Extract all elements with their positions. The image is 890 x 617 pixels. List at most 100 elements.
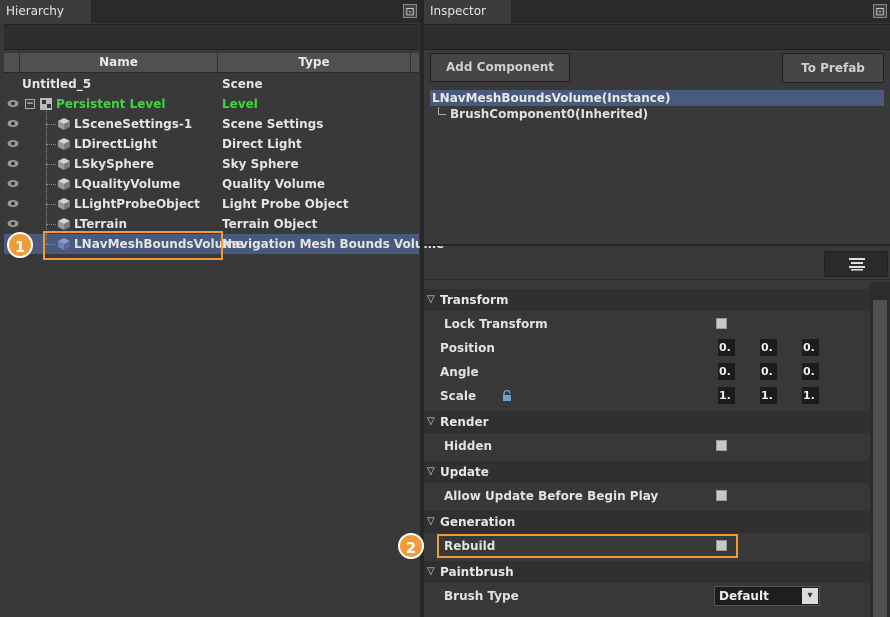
tree-connector (46, 144, 56, 145)
section-transform[interactable]: ▽ Transform (424, 289, 870, 311)
pin-icon[interactable]: ⊡ (403, 4, 417, 18)
tree-row-scene-settings[interactable]: LSceneSettings-1 Scene Settings (4, 114, 419, 134)
hierarchy-header: Name Type (4, 53, 419, 73)
cube-icon (58, 198, 70, 210)
tab-hierarchy[interactable]: Hierarchy (0, 0, 92, 23)
cube-icon (58, 138, 70, 150)
hierarchy-toolbar (4, 24, 419, 50)
row-name: LDirectLight (74, 137, 158, 151)
properties-toolbar (424, 250, 890, 280)
row-name: Untitled_5 (22, 77, 92, 91)
tree-connector (46, 164, 56, 165)
scrollbar-thumb[interactable] (873, 300, 887, 617)
tree-connector (46, 204, 56, 205)
scale-y-field[interactable]: 1. (760, 387, 777, 404)
prop-label: Hidden (444, 439, 493, 453)
row-type: Terrain Object (222, 217, 318, 231)
callout-highlight-1 (43, 231, 223, 260)
eye-icon[interactable] (7, 178, 19, 189)
position-z-field[interactable]: 0. (802, 339, 819, 356)
row-type: Navigation Mesh Bounds Volume (222, 237, 445, 251)
row-name: LQualityVolume (74, 177, 181, 191)
row-type: Direct Light (222, 137, 302, 151)
section-title: Paintbrush (440, 565, 514, 579)
tree-row-direct-light[interactable]: LDirectLight Direct Light (4, 134, 419, 154)
prop-label: Allow Update Before Begin Play (444, 489, 659, 503)
prop-lock-transform: Lock Transform (424, 312, 870, 336)
angle-z-field[interactable]: 0. (802, 363, 819, 380)
eye-icon[interactable] (7, 118, 19, 129)
prop-label: Scale (440, 389, 477, 403)
tree-row-level[interactable]: − Persistent Level Level (4, 94, 419, 114)
collapse-triangle-icon: ▽ (427, 416, 435, 427)
section-generation[interactable]: ▽ Generation (424, 511, 870, 533)
section-render[interactable]: ▽ Render (424, 411, 870, 433)
callout-badge-2: 2 (398, 533, 424, 559)
row-type: Sky Sphere (222, 157, 299, 171)
hidden-checkbox[interactable] (716, 440, 727, 451)
tree-row-sky-sphere[interactable]: LSkySphere Sky Sphere (4, 154, 419, 174)
row-name: LSkySphere (74, 157, 155, 171)
component-child-connector (438, 107, 446, 115)
pin-icon[interactable]: ⊡ (873, 4, 887, 18)
tree-row-light-probe[interactable]: LLightProbeObject Light Probe Object (4, 194, 419, 214)
prop-brush-type: Brush Type Default ▾ (424, 584, 870, 608)
collapse-icon[interactable]: − (25, 99, 35, 109)
section-title: Transform (440, 293, 509, 307)
section-paintbrush[interactable]: ▽ Paintbrush (424, 561, 870, 583)
position-x-field[interactable]: 0. (718, 339, 735, 356)
column-header-name[interactable]: Name (20, 53, 218, 73)
section-title: Update (440, 465, 489, 479)
tree-connector (46, 124, 56, 125)
cube-icon (58, 118, 70, 130)
header-spacer (4, 53, 20, 73)
prop-label: Position (440, 341, 495, 355)
row-name: LLightProbeObject (74, 197, 200, 211)
tree-row-scene[interactable]: Untitled_5 Scene (4, 74, 419, 94)
lock-icon[interactable] (501, 390, 513, 402)
brush-type-value: Default (719, 589, 769, 603)
callout-highlight-2 (437, 534, 738, 558)
level-icon (40, 98, 52, 110)
angle-x-field[interactable]: 0. (718, 363, 735, 380)
chevron-down-icon: ▾ (802, 588, 818, 604)
add-component-button[interactable]: Add Component (430, 53, 570, 82)
to-prefab-button[interactable]: To Prefab (782, 53, 884, 83)
eye-icon[interactable] (7, 198, 19, 209)
row-type: Scene (222, 77, 263, 91)
angle-y-field[interactable]: 0. (760, 363, 777, 380)
component-root-item[interactable]: LNavMeshBoundsVolume(Instance) (430, 90, 884, 106)
component-child-item[interactable]: BrushComponent0(Inherited) (450, 106, 648, 122)
row-type: Scene Settings (222, 117, 324, 131)
prop-hidden: Hidden (424, 434, 870, 458)
lock-transform-checkbox[interactable] (716, 318, 727, 329)
list-view-button[interactable] (824, 251, 888, 277)
column-header-type[interactable]: Type (218, 53, 411, 73)
row-type: Level (222, 97, 258, 111)
allow-update-checkbox[interactable] (716, 490, 727, 501)
prop-allow-update: Allow Update Before Begin Play (424, 484, 870, 508)
section-update[interactable]: ▽ Update (424, 461, 870, 483)
prop-position: Position 0. 0. 0. (424, 336, 870, 360)
eye-icon[interactable] (7, 218, 19, 229)
prop-angle: Angle 0. 0. 0. (424, 360, 870, 384)
brush-type-dropdown[interactable]: Default ▾ (714, 586, 820, 606)
tab-inspector[interactable]: Inspector (424, 0, 512, 23)
tree-row-quality-volume[interactable]: LQualityVolume Quality Volume (4, 174, 419, 194)
tree-connector (46, 224, 56, 225)
prop-scale: Scale 1. 1. 1. (424, 384, 870, 408)
inspector-toolbar (424, 24, 890, 50)
eye-icon[interactable] (7, 98, 19, 109)
menu-lines-icon (849, 258, 865, 271)
cube-icon (58, 178, 70, 190)
eye-icon[interactable] (7, 158, 19, 169)
row-type: Light Probe Object (222, 197, 349, 211)
collapse-triangle-icon: ▽ (427, 466, 435, 477)
eye-icon[interactable] (7, 138, 19, 149)
scale-z-field[interactable]: 1. (802, 387, 819, 404)
prop-label: Lock Transform (444, 317, 548, 331)
position-y-field[interactable]: 0. (760, 339, 777, 356)
row-name: LSceneSettings-1 (74, 117, 193, 131)
prop-label: Angle (440, 365, 479, 379)
scale-x-field[interactable]: 1. (718, 387, 735, 404)
